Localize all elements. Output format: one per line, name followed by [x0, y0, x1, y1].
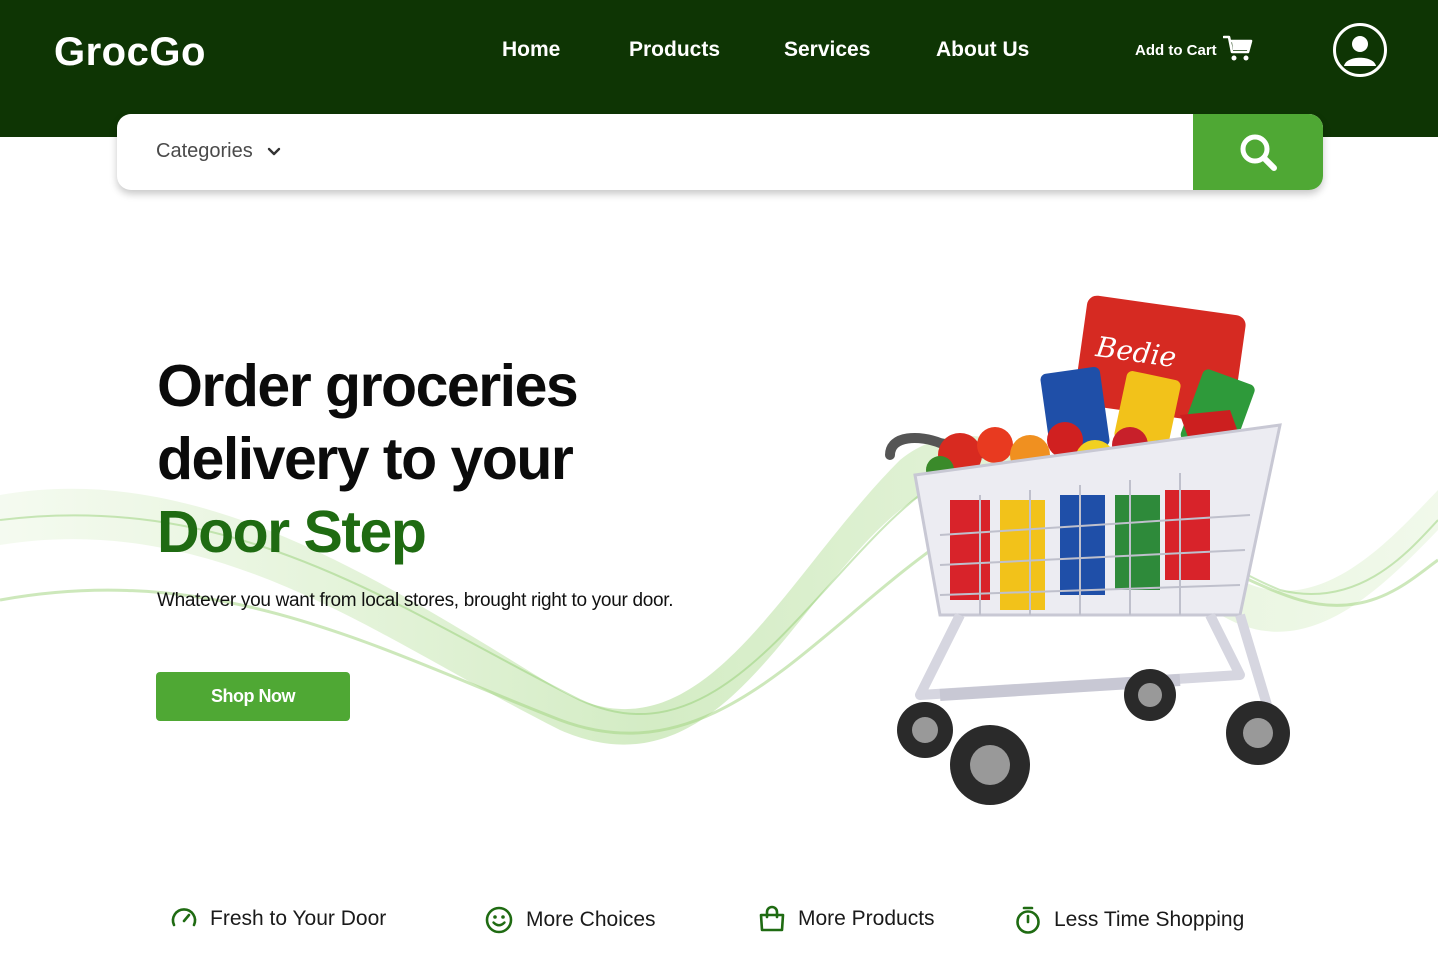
- categories-dropdown[interactable]: Categories: [156, 140, 281, 163]
- search-button[interactable]: [1193, 114, 1323, 190]
- stopwatch-icon: [1016, 906, 1040, 934]
- feature-more-products: More Products: [758, 905, 935, 933]
- nav-products[interactable]: Products: [629, 38, 720, 62]
- nav-home[interactable]: Home: [502, 38, 560, 62]
- search-bar: Categories: [117, 114, 1323, 190]
- add-to-cart-button[interactable]: Add to Cart: [1135, 34, 1253, 66]
- add-to-cart-label: Add to Cart: [1135, 41, 1217, 59]
- feature-more-choices: More Choices: [484, 905, 656, 935]
- grocery-cart-image: Bedie: [885, 295, 1290, 805]
- smiley-icon: [485, 906, 513, 934]
- shop-now-button[interactable]: Shop Now: [156, 672, 350, 721]
- chevron-down-icon: [267, 147, 280, 155]
- search-icon: [1240, 134, 1277, 171]
- user-profile-button[interactable]: [1333, 23, 1387, 77]
- nav-about-us[interactable]: About Us: [936, 38, 1029, 62]
- shopping-cart-icon: [1222, 34, 1253, 66]
- hero-heading: Order groceries delivery to your Door St…: [157, 350, 579, 569]
- feature-label: Fresh to Your Door: [210, 907, 387, 930]
- speedometer-icon: [171, 908, 197, 927]
- search-input[interactable]: [317, 130, 1177, 174]
- logo[interactable]: GrocGo: [54, 30, 206, 75]
- hero-title-line-2: delivery to your: [157, 426, 574, 492]
- hero-subtitle: Whatever you want from local stores, bro…: [157, 590, 674, 611]
- hero-title-line-1: Order groceries: [157, 353, 579, 419]
- feature-label: Less Time Shopping: [1054, 908, 1245, 931]
- feature-fresh-to-your-door: Fresh to Your Door: [170, 905, 386, 933]
- user-circle-icon: [1344, 36, 1376, 66]
- feature-label: More Choices: [526, 908, 656, 931]
- feature-less-time-shopping: Less Time Shopping: [1014, 905, 1244, 935]
- nav-services[interactable]: Services: [784, 38, 870, 62]
- categories-label: Categories: [156, 140, 253, 162]
- feature-label: More Products: [798, 907, 935, 930]
- shopping-bag-icon: [759, 905, 785, 932]
- hero-title-accent: Door Step: [157, 499, 427, 565]
